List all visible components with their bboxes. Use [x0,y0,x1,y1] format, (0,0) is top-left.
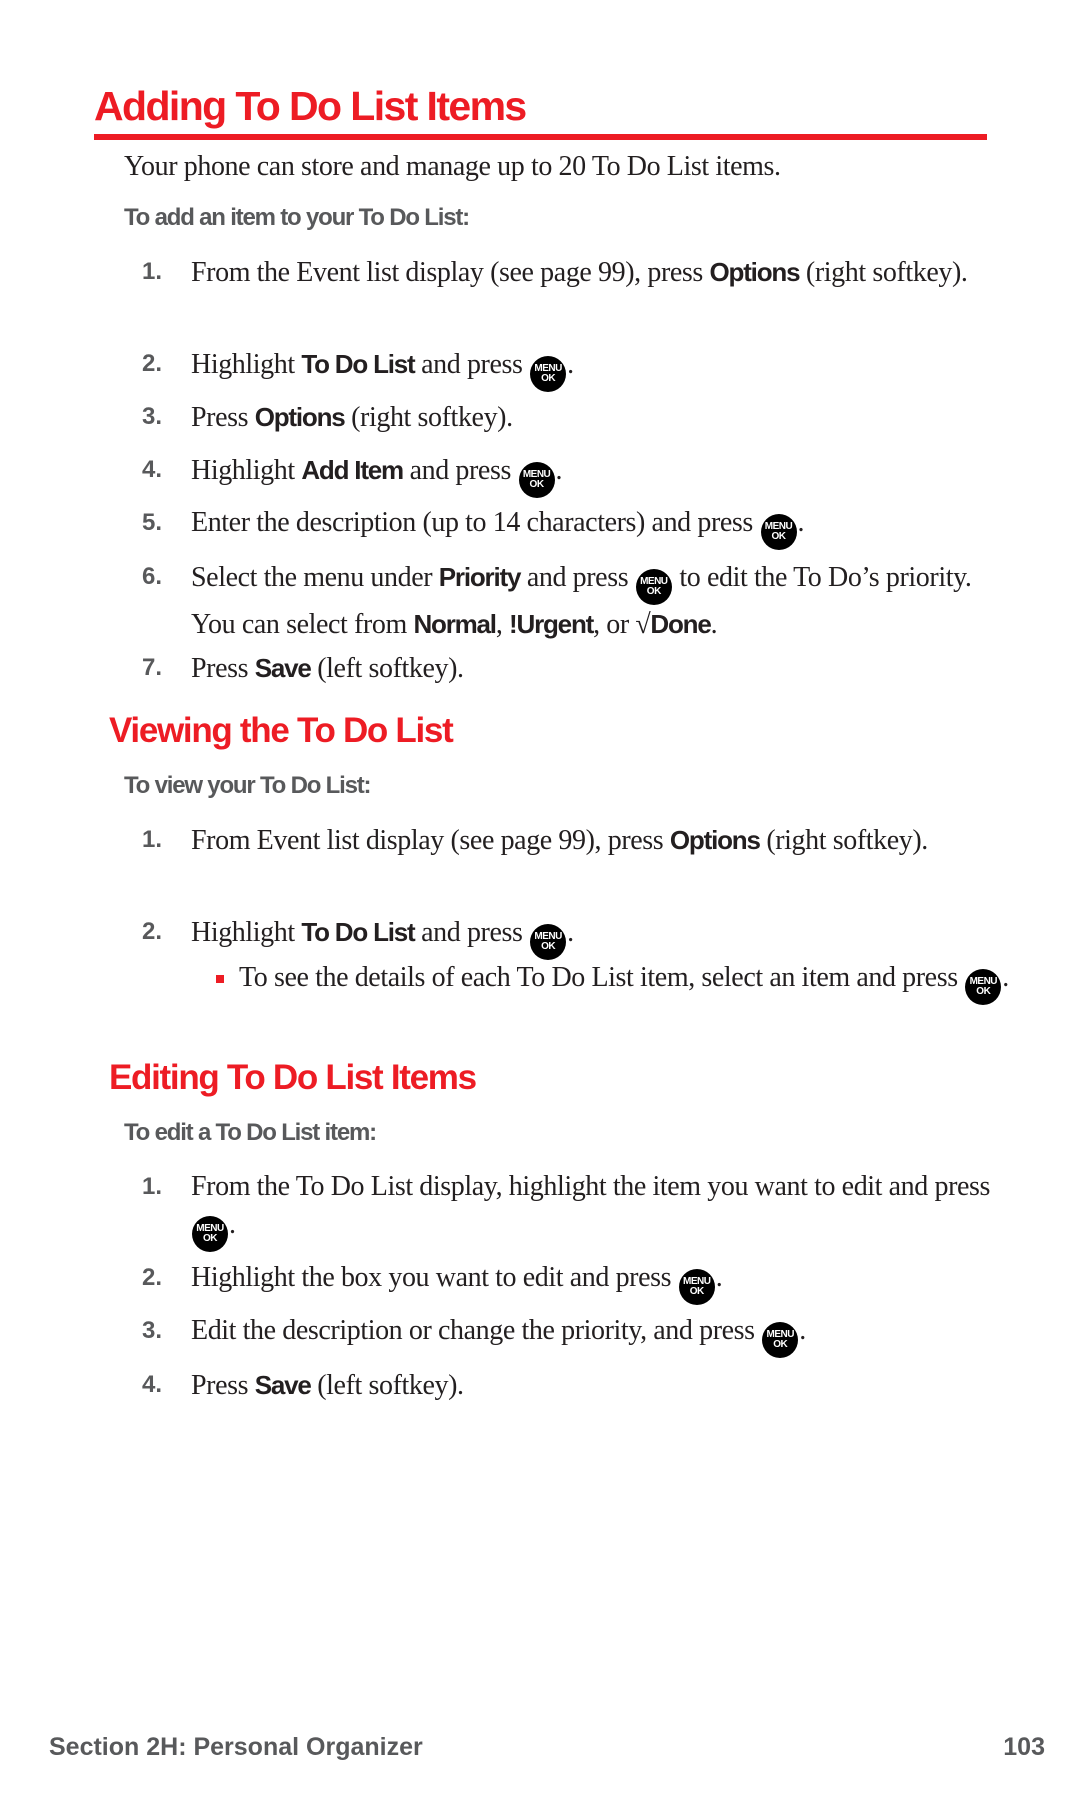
step-number: 3. [142,403,163,430]
step-number: 2. [142,350,163,377]
edit-subheading: To edit a To Do List item: [124,1119,377,1146]
viewing-heading: Viewing the To Do List [109,711,454,750]
step-text: Press Save (left softkey). [191,653,464,684]
menu-ok-key-icon: MENU OK [762,1322,799,1358]
step-text: Highlight the box you want to edit and p… [191,1259,1011,1305]
normal-priority-label: Normal [413,609,497,639]
menu-ok-key-icon: MENU OK [760,514,797,550]
step-text: Highlight To Do List and press MENU OK. [191,345,1011,392]
step-number: 1. [142,1173,163,1200]
step-text: Press Options (right softkey). [191,402,513,433]
menu-ok-key-icon: MENU OK [530,356,567,392]
bullet-text: To see the details of each To Do List it… [239,959,1009,1005]
menu-ok-key-icon: MENU OK [192,1216,228,1252]
step-number: 5. [142,509,163,536]
step-text: Press Save (left softkey). [191,1370,464,1401]
step-text: From the To Do List display, highlight t… [191,1168,1011,1252]
step-number: 4. [142,456,163,483]
menu-ok-key-icon: MENU OK [518,462,555,498]
step-number: 4. [142,1371,163,1398]
options-softkey-label: Options [254,402,346,432]
step-text: Highlight Add Item and press MENU OK. [191,451,1011,498]
step-text: From the Event list display (see page 99… [191,257,968,288]
footer-section-label: Section 2H: Personal Organizer [49,1733,423,1761]
view-subheading: To view your To Do List: [124,772,372,799]
step-text: Highlight To Do List and press MENU OK. [191,913,1011,960]
editing-heading: Editing To Do List Items [109,1058,477,1097]
done-priority-label: Done [650,609,711,639]
add-item-label: Add Item [301,455,404,485]
bullet-marker [216,975,224,983]
options-softkey-label: Options [709,257,801,287]
title-underline [94,134,987,140]
to-do-list-label: To Do List [301,349,415,379]
intro-text: Your phone can store and manage up to 20… [124,151,781,182]
save-softkey-label: Save [254,1370,312,1400]
step-number: 6. [142,563,163,590]
step-number: 3. [142,1317,163,1344]
step-number: 7. [142,654,163,681]
step-number: 1. [142,258,163,285]
step-text: From Event list display (see page 99), p… [191,825,928,856]
step-text: Edit the description or change the prior… [191,1312,1011,1358]
menu-ok-key-icon: MENU OK [965,969,1002,1005]
urgent-priority-label: !Urgent [509,609,594,639]
step-text: Enter the description (up to 14 characte… [191,504,1011,550]
step-text: Select the menu under Priority and press… [191,562,972,640]
menu-ok-key-icon: MENU OK [678,1269,715,1305]
page-title: Adding To Do List Items [94,83,527,129]
to-do-list-label: To Do List [301,917,415,947]
menu-ok-key-icon: MENU OK [530,924,567,960]
menu-ok-key-icon: MENU OK [635,569,672,605]
save-softkey-label: Save [254,653,312,683]
footer-page-number: 103 [1003,1733,1045,1761]
options-softkey-label: Options [669,825,761,855]
step-number: 2. [142,918,163,945]
add-item-subheading: To add an item to your To Do List: [124,204,470,231]
step-number: 1. [142,826,163,853]
priority-label: Priority [438,562,522,592]
step-number: 2. [142,1264,163,1291]
